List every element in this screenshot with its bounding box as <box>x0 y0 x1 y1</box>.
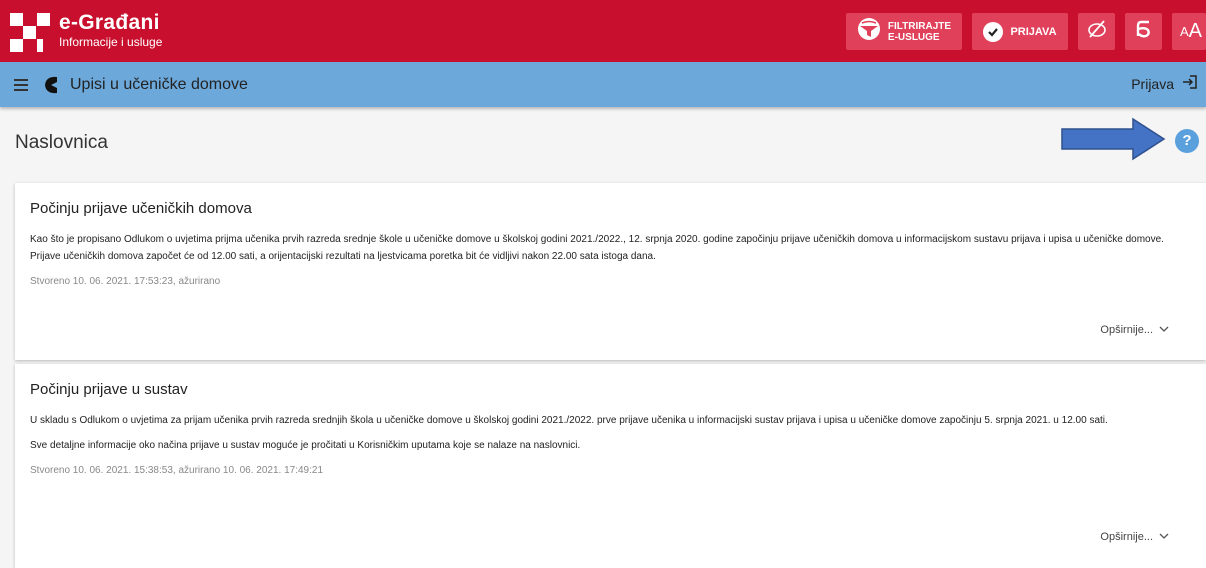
chevron-down-icon <box>1153 531 1169 543</box>
news-card-body: Kao što je propisano Odlukom o uvjetima … <box>30 231 1189 265</box>
font-size-button[interactable]: AA <box>1172 13 1206 50</box>
news-card: Počinju prijave učeničkih domova Kao što… <box>15 183 1206 360</box>
page-title: Naslovnica <box>15 132 108 153</box>
visibility-toggle-button[interactable] <box>1078 13 1115 50</box>
arrow-annotation-icon <box>1061 117 1166 166</box>
login-icon <box>1174 74 1198 93</box>
news-card-paragraph: Kao što je propisano Odlukom o uvjetima … <box>30 234 1164 262</box>
nav-login-link[interactable]: Prijava <box>1131 74 1198 93</box>
eye-slash-icon <box>1086 19 1108 44</box>
news-card-body: U skladu s Odlukom o uvjetima za prijam … <box>30 412 1189 454</box>
filter-label-line2: E-USLUGE <box>887 31 940 43</box>
check-circle-icon <box>983 21 1004 42</box>
logo-subtitle: Informacije i usluge <box>59 35 163 49</box>
logo-title: e-Građani <box>59 11 160 34</box>
glagolitic-letter-icon <box>1135 19 1153 44</box>
globe-filter-icon <box>857 17 881 46</box>
help-icon[interactable]: ? <box>1175 129 1199 153</box>
news-card-meta: Stvoreno 10. 06. 2021. 17:53:23, ažurira… <box>30 276 221 287</box>
filter-services-label: FILTRIRAJTE E-USLUGE <box>888 21 951 43</box>
top-header: e-Građani Informacije i usluge FILTRIRAJ… <box>0 0 1206 62</box>
news-card-meta: Stvoreno 10. 06. 2021. 15:38:53, ažurira… <box>30 465 324 476</box>
read-more-label: Opširnije... <box>1100 324 1153 336</box>
news-card-paragraph: Sve detaljne informacije oko načina prij… <box>30 440 581 451</box>
pacman-icon <box>42 75 60 95</box>
news-card-title: Počinju prijave učeničkih domova <box>30 200 252 217</box>
header-actions: FILTRIRAJTE E-USLUGE PRIJAVA A A <box>836 13 1206 50</box>
news-card: Počinju prijave u sustav U skladu s Odlu… <box>15 364 1206 568</box>
script-toggle-button[interactable] <box>1125 13 1162 50</box>
read-more-label: Opširnije... <box>1100 531 1153 543</box>
font-size-large-label: A <box>1188 20 1202 42</box>
login-button[interactable]: PRIJAVA <box>972 13 1068 50</box>
nav-title[interactable]: Upisi u učeničke domove <box>70 76 248 94</box>
read-more-button[interactable]: Opširnije... <box>1100 324 1169 336</box>
news-card-title: Počinju prijave u sustav <box>30 381 188 398</box>
logo-text: e-Građani Informacije i usluge <box>59 12 162 50</box>
login-button-label: PRIJAVA <box>1010 25 1057 38</box>
chevron-down-icon <box>1153 324 1169 336</box>
news-card-paragraph: U skladu s Odlukom o uvjetima za prijam … <box>30 415 1108 426</box>
read-more-button[interactable]: Opširnije... <box>1100 531 1169 543</box>
hamburger-icon[interactable] <box>14 78 28 91</box>
nav-bar: Upisi u učeničke domove Prijava <box>0 62 1206 107</box>
nav-login-label: Prijava <box>1131 75 1174 92</box>
site-logo[interactable]: e-Građani Informacije i usluge <box>10 11 162 52</box>
logo-checkerboard-icon <box>10 11 50 52</box>
filter-label-line1: FILTRIRAJTE <box>887 20 952 32</box>
filter-services-button[interactable]: FILTRIRAJTE E-USLUGE <box>846 13 962 50</box>
font-size-small-label: A <box>1179 24 1189 39</box>
